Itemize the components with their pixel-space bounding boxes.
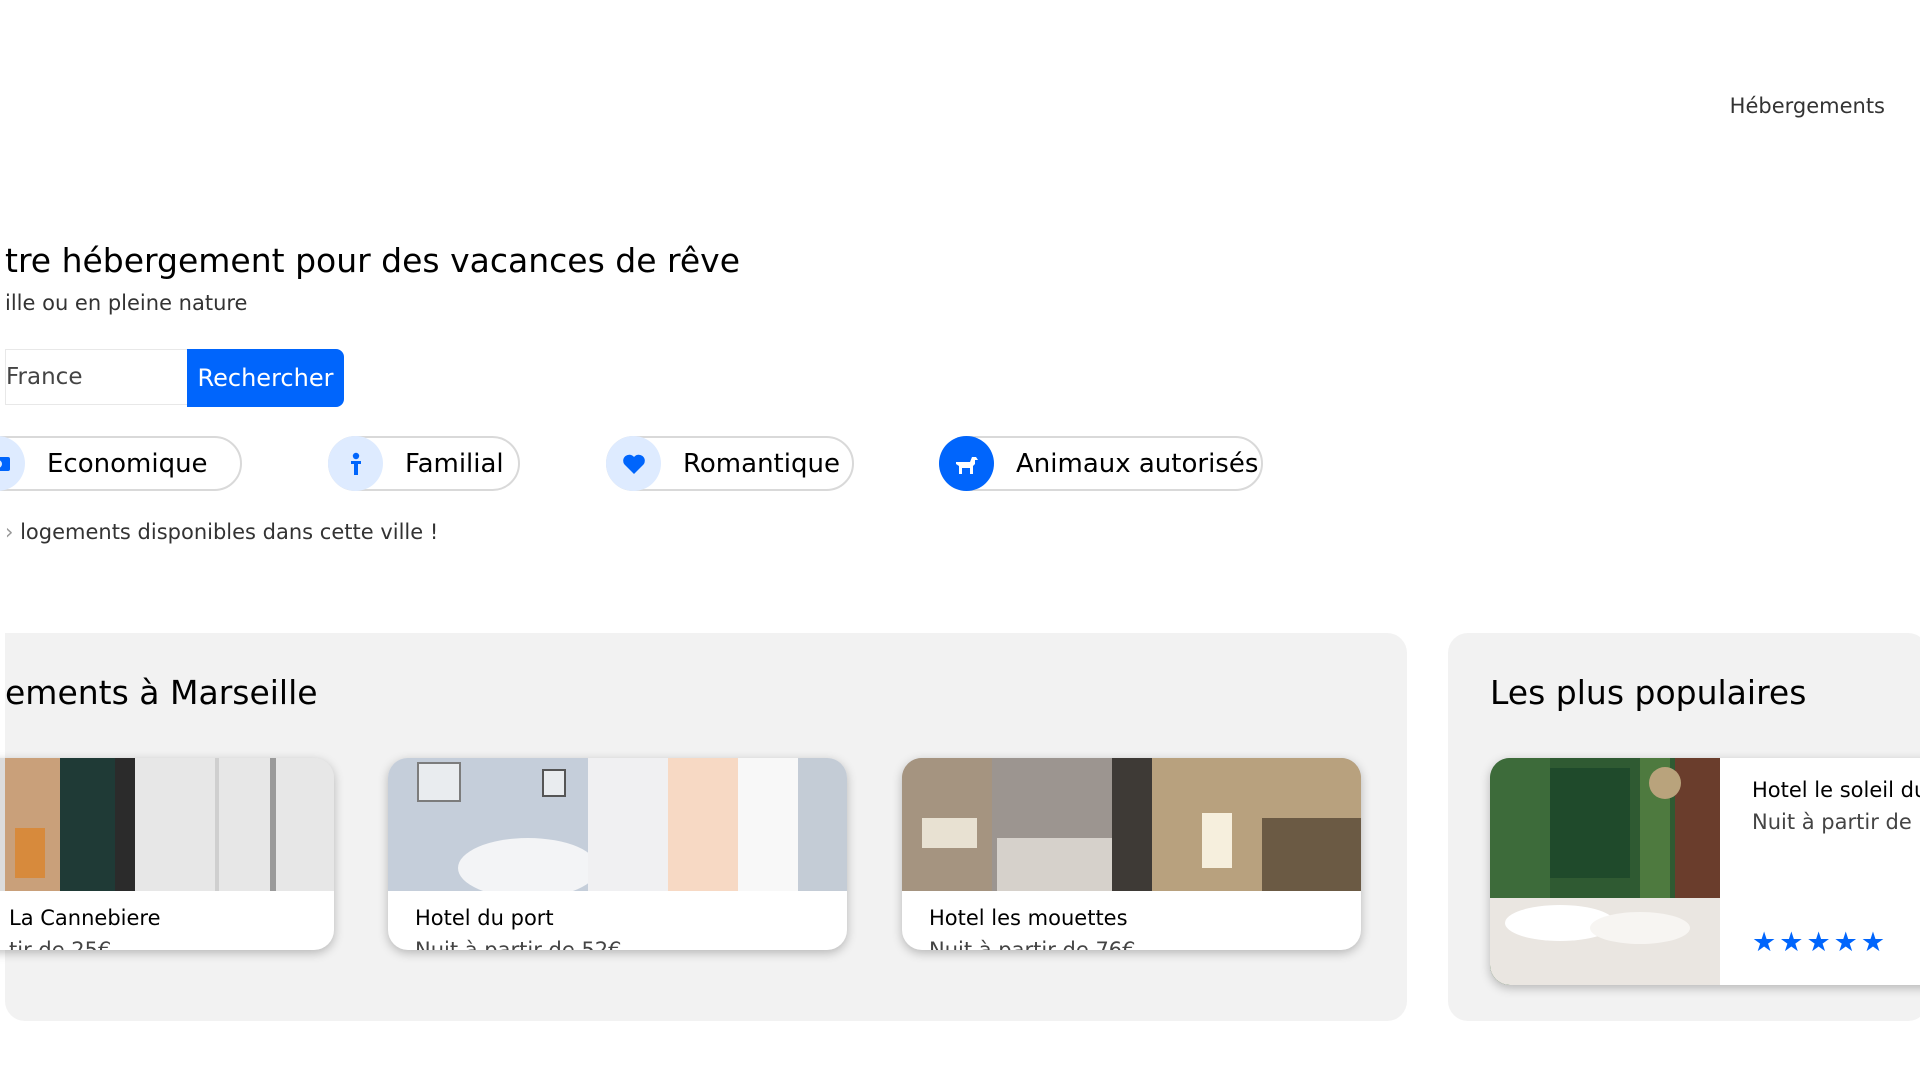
star-filled-icon: ★ [1752, 927, 1777, 958]
availability-count-fragment: › [5, 520, 21, 544]
availability-text: › logements disponibles dans cette ville… [5, 520, 438, 544]
star-filled-icon: ★ [1806, 927, 1831, 958]
filter-romantique[interactable]: Romantique [606, 436, 854, 491]
section-title: Les plus populaires [1490, 673, 1807, 712]
popular-hotel-card[interactable]: Hotel le soleil du Nuit à partir de 1 ★ ★… [1490, 758, 1920, 985]
hotel-name: Hotel le soleil du [1752, 778, 1920, 802]
hotel-photo [0, 758, 334, 891]
hotel-price: Nuit à partir de 52€ [415, 938, 622, 950]
hotel-card[interactable]: Hotel du port Nuit à partir de 52€ ★★★★★ [388, 758, 847, 950]
search-input[interactable] [5, 349, 187, 405]
person-icon [328, 436, 383, 491]
star-filled-icon: ★ [1779, 927, 1804, 958]
nav-link-hebergements[interactable]: Hébergements [1730, 94, 1885, 118]
hero-subtitle: ille ou en pleine nature [5, 291, 248, 315]
filter-label: Economique [47, 448, 208, 479]
hotels-section: ements à Marseille La Cannebiere tir de … [0, 633, 1407, 1021]
hero-title: tre hébergement pour des vacances de rêv… [5, 241, 740, 280]
hotel-photo [902, 758, 1361, 891]
filter-familial[interactable]: Familial [328, 436, 520, 491]
money-icon [0, 436, 25, 491]
hotel-photo [1490, 758, 1720, 985]
hotel-card[interactable]: Hotel les mouettes Nuit à partir de 76€ … [902, 758, 1361, 950]
search-button[interactable]: Rechercher [187, 349, 344, 407]
heart-icon [606, 436, 661, 491]
star-filled-icon: ★ [1833, 927, 1858, 958]
hotel-price: tir de 25€ [9, 938, 112, 950]
hotel-price: Nuit à partir de 76€ [929, 938, 1136, 950]
hotel-price: Nuit à partir de 1 [1752, 810, 1920, 834]
filter-economique[interactable]: Economique [0, 436, 242, 491]
hotel-card[interactable]: La Cannebiere tir de 25€ ★★★★★ [0, 758, 334, 950]
hotel-name: Hotel les mouettes [929, 906, 1128, 930]
filter-label: Animaux autorisés [1016, 448, 1259, 479]
section-title: ements à Marseille [5, 673, 318, 712]
filter-label: Romantique [683, 448, 840, 479]
popular-section: Les plus populaires Hotel le soleil du N… [1448, 633, 1920, 1021]
hotel-name: La Cannebiere [9, 906, 161, 930]
hotel-name: Hotel du port [415, 906, 554, 930]
rating-stars: ★ ★ ★ ★ ★ [1752, 929, 1885, 956]
filter-label: Familial [405, 448, 504, 479]
availability-label: logements disponibles dans cette ville ! [20, 520, 439, 544]
dog-icon [939, 436, 994, 491]
star-filled-icon: ★ [1860, 927, 1886, 958]
search-bar: Rechercher [5, 349, 344, 407]
filter-animaux-autorises[interactable]: Animaux autorisés [939, 436, 1263, 491]
hotel-photo [388, 758, 847, 891]
